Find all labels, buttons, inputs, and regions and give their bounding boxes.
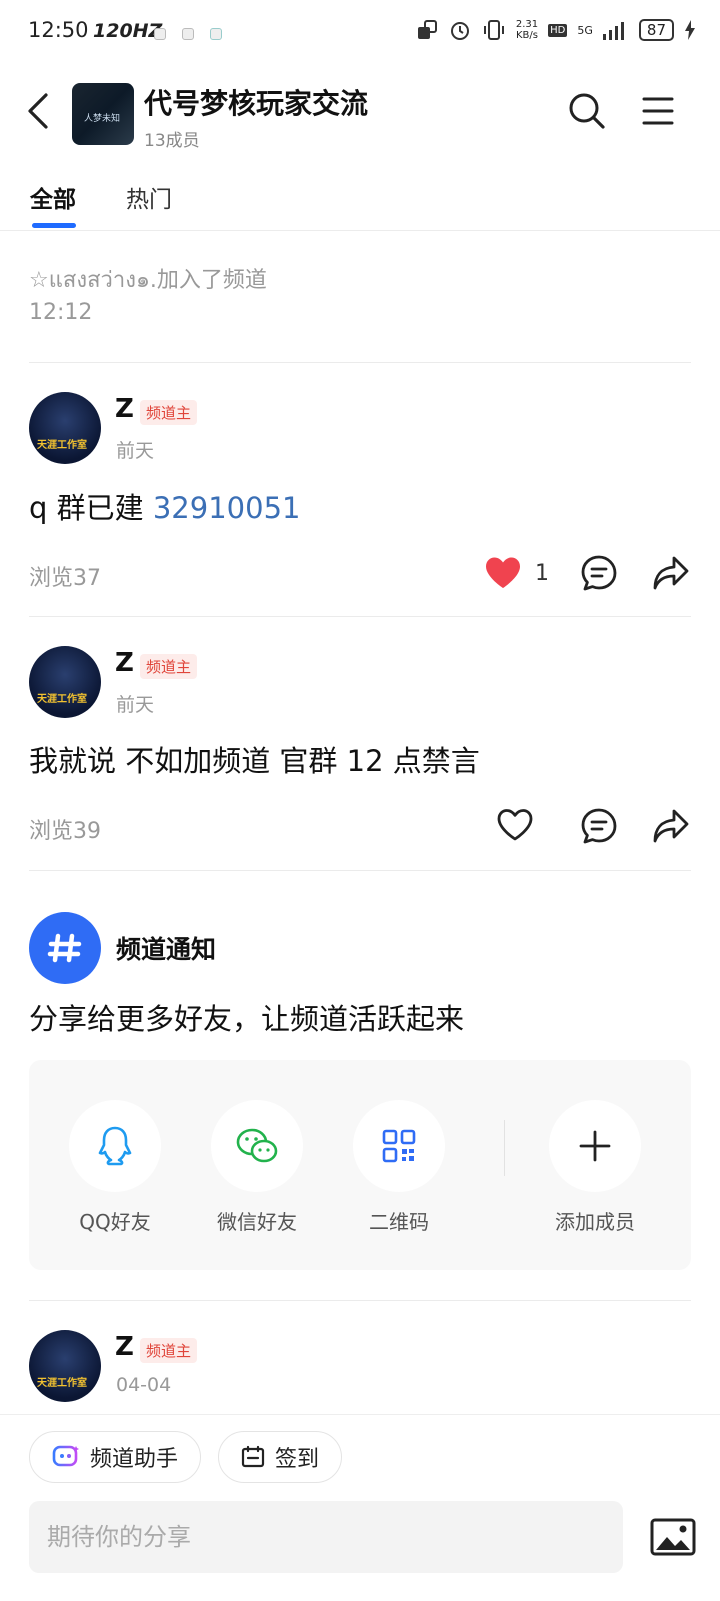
calendar-icon [241,1445,265,1468]
share-wechat[interactable]: 微信好友 [197,1100,317,1235]
vibrate-icon [483,20,504,40]
network-speed: 2.31 KB/s [515,19,539,41]
assistant-label: 频道助手 [90,1447,179,1472]
view-count: 浏览37 [29,566,101,591]
author-name[interactable]: Z [115,394,134,424]
comment-icon[interactable] [580,554,618,592]
share-label: 添加成员 [555,1210,635,1234]
channel-assistant-button[interactable]: 频道助手 [29,1431,202,1483]
rotation-lock-icon [417,20,437,39]
group-number-link[interactable]: 32910051 [153,491,301,525]
notification-icon [210,28,222,40]
author-avatar[interactable]: 天涯工作室 [29,646,101,718]
avatar-text: 天涯工作室 [37,694,87,705]
plus-icon [579,1130,611,1162]
channel-avatar-text: 人梦未知 [84,114,121,124]
separator [504,1120,505,1176]
share-label: 二维码 [369,1210,429,1234]
notification-icon [182,28,194,40]
member-count[interactable]: 13成员 [144,126,200,151]
author-name[interactable]: Z [115,648,134,678]
status-right: 2.31 KB/s HD 5G 87 [416,18,696,42]
author-avatar[interactable]: 天涯工作室 [29,392,101,464]
status-time: 12:50 [28,18,89,42]
post-text[interactable]: 我就说 不如加频道 官群 12 点禁言 [29,738,480,780]
share-label: 微信好友 [217,1210,297,1234]
notice-title: 频道通知 [116,935,217,964]
comment-icon[interactable] [580,807,618,845]
like-count: 1 [535,561,549,586]
network-type: 5G [577,23,593,37]
qrcode-icon [382,1129,416,1163]
status-bar: 12:50 120HZ 2.31 KB/s HD 5G 87 [0,0,720,64]
share-add-member[interactable]: 添加成员 [535,1100,655,1235]
notice-text: 分享给更多好友，让频道活跃起来 [29,1002,465,1036]
image-icon[interactable] [650,1517,696,1557]
tab-bar: 全部 热门 [0,170,720,231]
channel-notice-avatar [29,912,101,984]
back-icon[interactable] [26,92,50,130]
menu-icon[interactable] [642,96,674,126]
notification-icon [154,28,166,40]
author-avatar[interactable]: 天涯工作室 [29,1330,101,1402]
share-qrcode[interactable]: 二维码 [339,1100,459,1235]
post-time: 前天 [116,440,155,462]
signal-icon [602,22,624,40]
divider [29,1300,691,1301]
hash-icon [47,933,82,963]
search-icon[interactable] [568,92,606,130]
tab-indicator [32,223,76,228]
share-input[interactable] [29,1501,623,1573]
wechat-icon [236,1128,278,1163]
tab-all[interactable]: 全部 [30,180,76,214]
battery-level: 87 [638,19,674,41]
assistant-icon [52,1445,79,1467]
avatar-text: 天涯工作室 [37,440,87,451]
post-text[interactable]: q 群已建 32910051 [29,485,300,527]
owner-badge: 频道主 [140,400,198,425]
join-message: ☆แสงสว่าง๑.加入了频道 [29,268,267,293]
refresh-rate: 120HZ [93,20,163,42]
divider [29,870,691,871]
join-time: 12:12 [29,300,93,325]
owner-badge: 频道主 [140,1338,198,1363]
share-input-box[interactable] [29,1501,623,1573]
heart-outline-icon[interactable] [496,808,534,842]
bottom-bar: 频道助手 签到 [0,1414,720,1601]
qq-icon [98,1126,132,1166]
share-qq[interactable]: QQ好友 [55,1100,175,1235]
checkin-button[interactable]: 签到 [218,1431,343,1483]
post-time: 前天 [116,694,155,716]
charging-icon [685,20,695,40]
channel-avatar[interactable]: 人梦未知 [72,83,134,145]
author-name[interactable]: Z [115,1332,134,1362]
checkin-label: 签到 [275,1447,320,1472]
view-count: 浏览39 [29,819,101,844]
divider [29,616,691,617]
channel-title: 代号梦核玩家交流 [144,87,369,120]
share-label: QQ好友 [79,1210,151,1234]
avatar-text: 天涯工作室 [37,1378,87,1389]
owner-badge: 频道主 [140,654,198,679]
alarm-icon [450,22,469,40]
post-time: 04-04 [116,1374,172,1396]
share-icon[interactable] [652,807,690,845]
tab-hot[interactable]: 热门 [126,180,172,214]
heart-filled-icon[interactable] [484,556,522,590]
share-icon[interactable] [652,554,690,592]
post-body: q 群已建 [29,491,153,525]
share-panel: QQ好友 微信好友 二维码 添加成员 [29,1060,691,1270]
hd-icon: HD [548,23,568,37]
divider [29,362,691,363]
